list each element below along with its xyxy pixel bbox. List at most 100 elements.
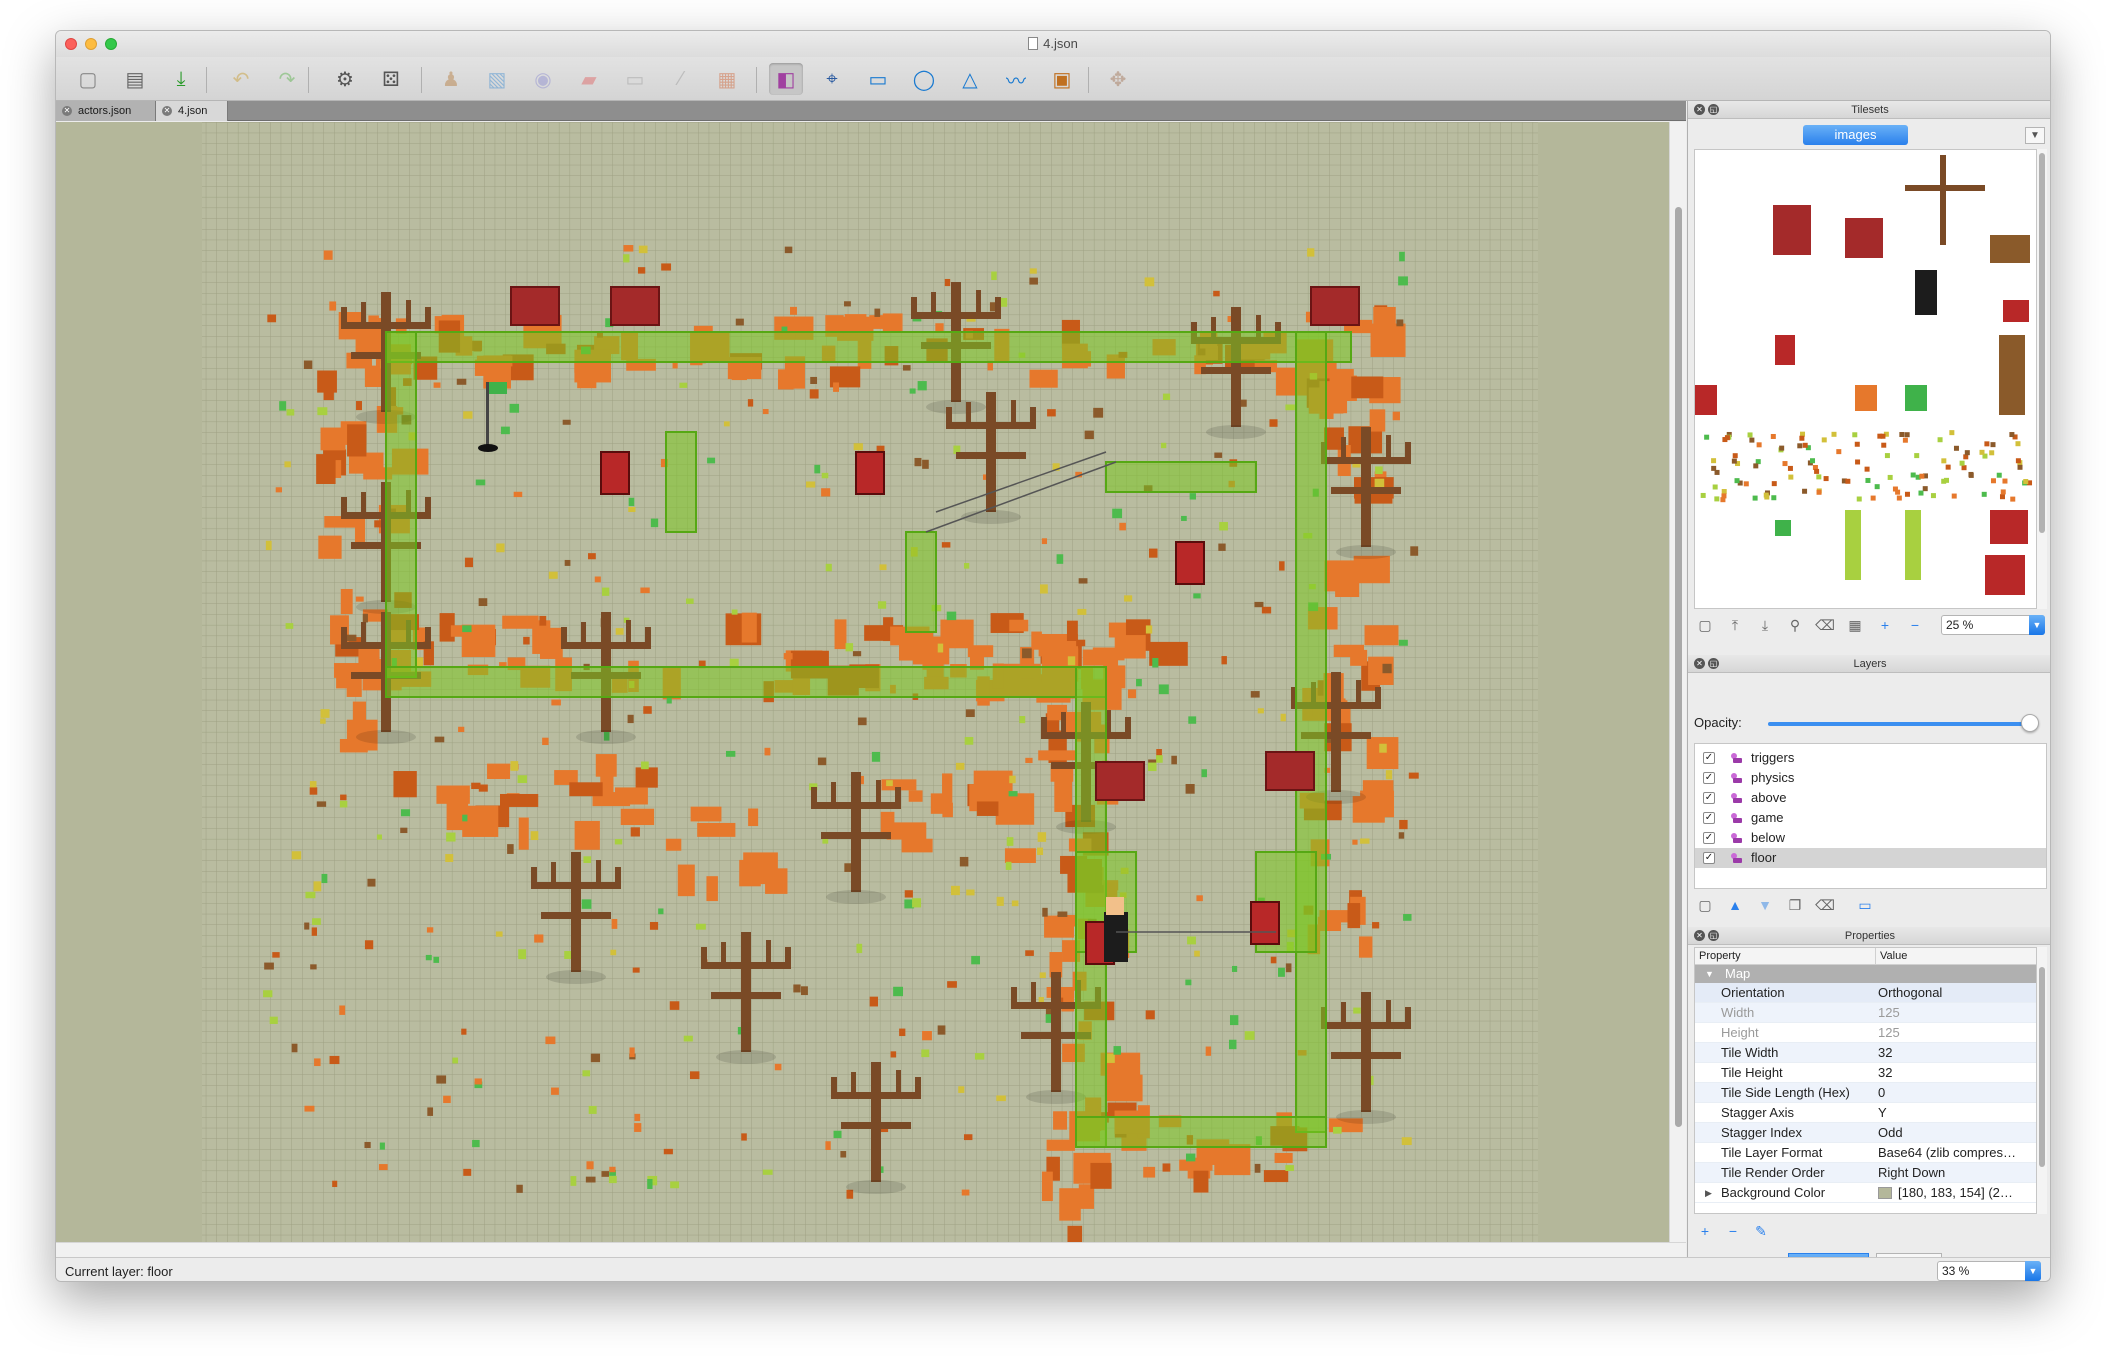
property-row[interactable]: ▶ Background Color [180, 183, 154] (2…: [1695, 1183, 2036, 1203]
tile-leaf[interactable]: [1770, 433, 1776, 439]
layer-row-physics[interactable]: ✓ physics: [1695, 768, 2046, 788]
tab-4-json[interactable]: ✕ 4.json: [156, 101, 228, 121]
tile-leaf[interactable]: [1945, 464, 1951, 470]
map-zoom-select[interactable]: 33 % ▼: [1937, 1261, 2041, 1281]
tile-leaf[interactable]: [2002, 478, 2008, 484]
scroll-thumb[interactable]: [1675, 207, 1682, 1127]
tile-map[interactable]: [56, 122, 1669, 1242]
layer-row-below[interactable]: ✓ below: [1695, 828, 2046, 848]
color-swatch[interactable]: [1878, 1187, 1892, 1199]
insert-ellipse-icon[interactable]: ◯: [907, 63, 941, 95]
tile-leaf[interactable]: [1731, 458, 1737, 464]
export-tileset-icon[interactable]: ⤓: [1754, 615, 1776, 635]
tile-flag-post[interactable]: [1845, 510, 1861, 580]
property-value[interactable]: 32: [1878, 1063, 2034, 1083]
tile-leaf[interactable]: [1941, 478, 1947, 484]
map-canvas[interactable]: [56, 122, 1669, 1242]
select-same-tile-icon[interactable]: ▦: [710, 63, 744, 95]
insert-tile-icon[interactable]: ▣: [1045, 63, 1079, 95]
minimize-window-button[interactable]: [85, 38, 97, 50]
tile-leaf[interactable]: [1892, 486, 1898, 492]
random-icon[interactable]: ⚄: [374, 63, 408, 95]
tile-leaf[interactable]: [1854, 441, 1860, 447]
property-value[interactable]: 125: [1878, 1023, 2034, 1043]
command-icon[interactable]: ⚙: [328, 63, 362, 95]
raise-layer-icon[interactable]: ▲: [1724, 895, 1746, 915]
tile-leaf[interactable]: [1880, 433, 1886, 439]
import-tileset-icon[interactable]: ⤒: [1724, 615, 1746, 635]
save-icon[interactable]: ⤓: [164, 63, 198, 95]
close-tab-icon[interactable]: ✕: [162, 106, 172, 116]
bucket-fill-icon[interactable]: ◉: [526, 63, 560, 95]
tile-leaf[interactable]: [1896, 495, 1902, 501]
edit-terrain-icon[interactable]: ▦: [1844, 615, 1866, 635]
property-row[interactable]: Stagger Index Odd: [1695, 1123, 2036, 1143]
tile-brick[interactable]: [1773, 205, 1811, 255]
tile-leaf[interactable]: [1747, 432, 1753, 438]
tile-leaf[interactable]: [1720, 497, 1726, 503]
tile-leaf[interactable]: [1899, 432, 1905, 438]
tab-actors-json[interactable]: ✕ actors.json: [56, 101, 156, 121]
tile-leaf[interactable]: [1951, 493, 1957, 499]
lower-layer-icon[interactable]: ▼: [1754, 895, 1776, 915]
property-row[interactable]: Tile Side Length (Hex) 0: [1695, 1083, 2036, 1103]
property-row[interactable]: Tile Render Order Right Down: [1695, 1163, 2036, 1183]
float-panel-icon[interactable]: ◱: [1708, 930, 1719, 941]
tile-leaf[interactable]: [1959, 460, 1965, 466]
tile-leaf[interactable]: [1756, 442, 1762, 448]
property-value[interactable]: 125: [1878, 1003, 2034, 1023]
tile-poster[interactable]: [1985, 555, 2025, 595]
edit-polygons-icon[interactable]: ⌖: [815, 63, 849, 95]
tile-leaf[interactable]: [2017, 464, 2023, 470]
tile-leaf[interactable]: [1771, 495, 1777, 501]
close-tab-icon[interactable]: ✕: [62, 106, 72, 116]
add-property-icon[interactable]: +: [1694, 1221, 1716, 1241]
maximize-window-button[interactable]: [105, 38, 117, 50]
tile-leaf[interactable]: [1941, 458, 1947, 464]
tile-leaf[interactable]: [1989, 450, 1995, 456]
float-panel-icon[interactable]: ◱: [1708, 658, 1719, 669]
tile-leaf[interactable]: [1990, 478, 1996, 484]
tile-leaf[interactable]: [1922, 486, 1928, 492]
tile-flag-post[interactable]: [1905, 510, 1921, 580]
tile-leaf[interactable]: [1724, 435, 1730, 441]
tile-leaf[interactable]: [1816, 474, 1822, 480]
visibility-checkbox[interactable]: ✓: [1703, 832, 1715, 844]
tile-leaf[interactable]: [1814, 468, 1820, 474]
new-tileset-icon[interactable]: ▢: [1694, 615, 1716, 635]
tile-leaf[interactable]: [1831, 431, 1837, 437]
tile-leaf[interactable]: [1968, 472, 1974, 478]
tile-leaf[interactable]: [1870, 495, 1876, 501]
tile-leaf[interactable]: [1999, 494, 2005, 500]
visibility-checkbox[interactable]: ✓: [1703, 852, 1715, 864]
property-value[interactable]: Right Down: [1878, 1163, 2034, 1183]
tile-leaf[interactable]: [2015, 441, 2021, 447]
tile-leaf[interactable]: [1711, 458, 1717, 464]
close-window-button[interactable]: [65, 38, 77, 50]
tile-leaf[interactable]: [1881, 442, 1887, 448]
property-row[interactable]: Width 125: [1695, 1003, 2036, 1023]
tile-leaf[interactable]: [1852, 432, 1858, 438]
tile-leaf[interactable]: [1910, 472, 1916, 478]
insert-rectangle-icon[interactable]: ▭: [861, 63, 895, 95]
triangle-down-icon[interactable]: ▼: [1705, 965, 1714, 983]
scroll-thumb[interactable]: [2039, 153, 2045, 533]
tile-leaf[interactable]: [1961, 465, 1967, 471]
tile-leaf[interactable]: [1749, 437, 1755, 443]
tile-poster[interactable]: [2003, 300, 2029, 322]
tile-leaf[interactable]: [1902, 437, 1908, 443]
open-icon[interactable]: ▤: [118, 63, 152, 95]
tile-tree[interactable]: [1905, 185, 1985, 191]
remove-tiles-icon[interactable]: −: [1904, 615, 1926, 635]
property-value[interactable]: 0: [1878, 1083, 2034, 1103]
tileset-menu-button[interactable]: ▼: [2025, 127, 2045, 144]
terrain-brush-icon[interactable]: ▧: [480, 63, 514, 95]
rect-select-icon[interactable]: ▭: [618, 63, 652, 95]
opacity-slider-handle[interactable]: [2021, 714, 2039, 732]
triangle-right-icon[interactable]: ▶: [1705, 1183, 1712, 1203]
tile-leaf[interactable]: [1704, 434, 1710, 440]
tile-leaf[interactable]: [1855, 459, 1861, 465]
tile-leaf[interactable]: [1711, 465, 1717, 471]
tile-leaf[interactable]: [1884, 453, 1890, 459]
tile-leaf[interactable]: [1779, 445, 1785, 451]
